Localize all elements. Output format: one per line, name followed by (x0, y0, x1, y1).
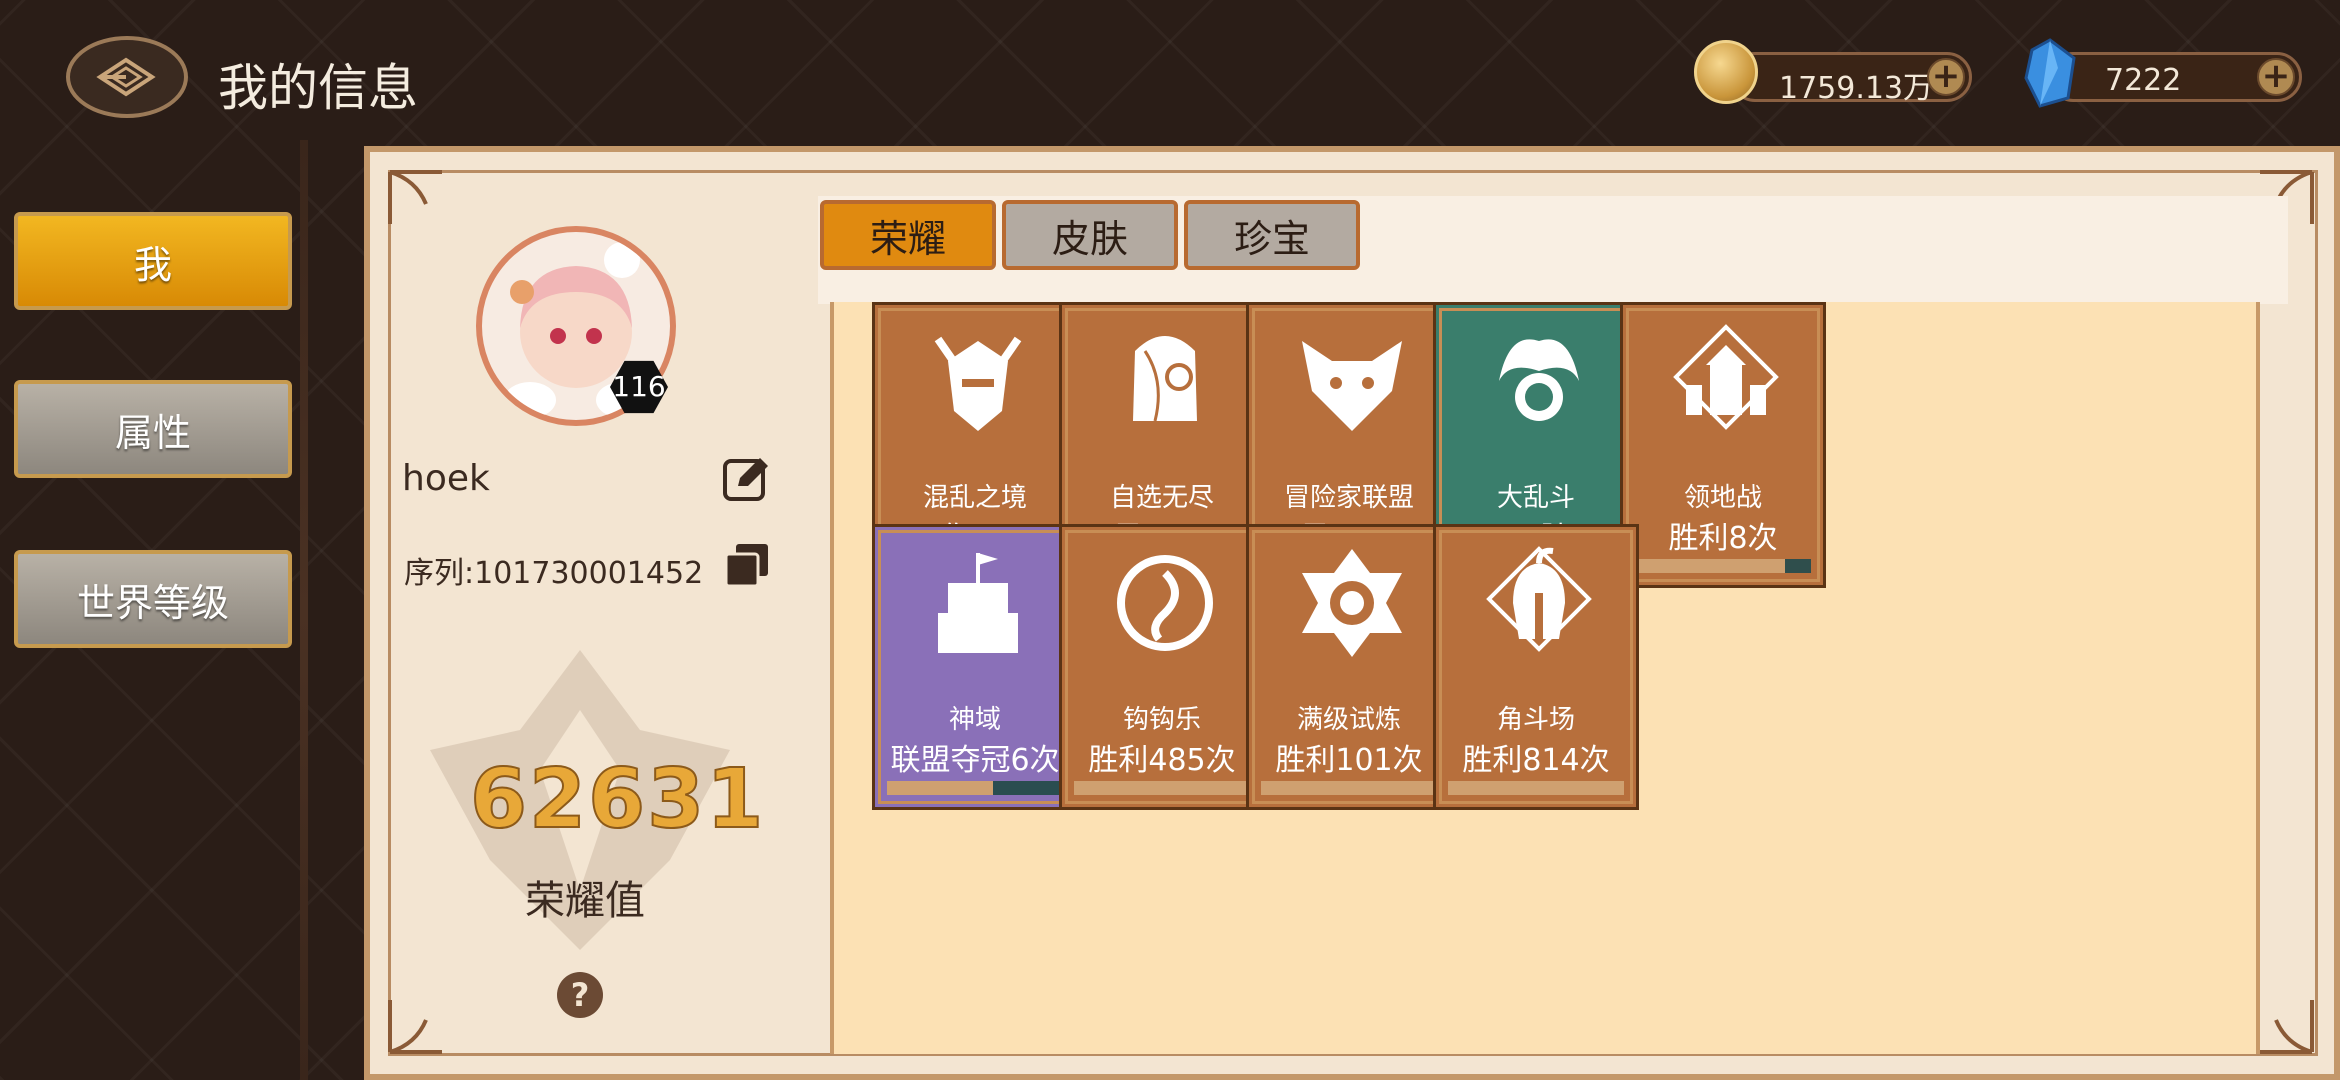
nav-world-level-label: 世界等级 (76, 580, 229, 625)
achievement-progress-bar (1448, 781, 1624, 795)
achievement-progress-bar (887, 781, 1063, 795)
hook-icon (1117, 555, 1213, 651)
nav-world-level[interactable]: 世界等级 (14, 550, 292, 648)
achievement-name: 角斗场 (1496, 705, 1575, 735)
helmet-icon (1486, 546, 1592, 652)
edit-name-icon[interactable] (722, 456, 770, 502)
grid-border-left (830, 302, 834, 1054)
achievement-value: 胜利485次 (1088, 743, 1236, 778)
gem-display: 7222 + (2048, 52, 2302, 102)
add-gold-button[interactable]: + (1927, 58, 1965, 96)
gem-amount: 7222 (2105, 63, 2182, 98)
achievement-value: 胜利101次 (1275, 743, 1423, 778)
copy-icon[interactable] (724, 542, 770, 588)
blue-crystal-icon (2024, 38, 2076, 108)
achievement-name: 冒险家联盟 (1283, 483, 1414, 513)
tab-treasures-label: 珍宝 (1233, 216, 1310, 261)
achievement-progress-fill (1261, 781, 1437, 795)
achievement-progress-bar (1261, 781, 1437, 795)
achievement-name: 神域 (948, 705, 1001, 735)
achievement-name: 混乱之境 (922, 483, 1027, 513)
page-title: 我的信息 (218, 59, 418, 117)
achievement-name: 自选无尽 (1109, 483, 1214, 513)
achievement-progress-bar (1074, 781, 1250, 795)
help-icon[interactable]: ? (557, 972, 603, 1018)
player-serial: 序列:101730001452 (404, 556, 704, 591)
glory-label: 荣耀值 (525, 878, 645, 924)
sidebar-divider (300, 140, 308, 1080)
fox-face-icon (1302, 341, 1402, 431)
corner-ornament-icon (388, 1000, 442, 1054)
add-gem-button[interactable]: + (2257, 58, 2295, 96)
castle-icon (938, 553, 1018, 653)
achievement-name: 大乱斗 (1496, 483, 1575, 513)
achievement-card[interactable]: 满级试炼胜利101次 (1246, 524, 1452, 810)
achievement-name: 领地战 (1683, 483, 1762, 513)
achievement-grid[interactable]: 累积登录登录90天闯关140-5挑战胜利1720次无尽3星345层次元探宝通关8… (830, 302, 2260, 1054)
achievement-card[interactable]: 领地战胜利8次 (1620, 302, 1826, 588)
achievement-progress-bar (1635, 559, 1811, 573)
achievement-value: 胜利8次 (1668, 521, 1778, 556)
achievement-card[interactable]: 钩钩乐胜利485次 (1059, 524, 1265, 810)
nav-attributes[interactable]: 属性 (14, 380, 292, 478)
corner-ornament-icon (2260, 1000, 2314, 1054)
achievement-value: 联盟夺冠6次 (890, 743, 1060, 778)
achievement-card[interactable]: 角斗场胜利814次 (1433, 524, 1639, 810)
gold-display: 1759.13万 + (1730, 52, 1972, 106)
achievement-card[interactable]: 神域联盟夺冠6次 (872, 524, 1078, 810)
monocle-character-icon (1133, 336, 1197, 422)
grid-border-right (2256, 302, 2260, 1054)
tab-skins-label: 皮肤 (1051, 216, 1128, 261)
castle-tower-icon (1673, 324, 1779, 430)
nav-me[interactable]: 我 (14, 212, 292, 310)
back-button[interactable] (66, 36, 188, 118)
trial-badge-icon (1302, 549, 1402, 657)
achievement-value: 胜利814次 (1462, 743, 1610, 778)
achievement-progress-fill (1448, 781, 1624, 795)
tab-glory-label: 荣耀 (869, 216, 946, 261)
tab-treasures[interactable]: 珍宝 (1184, 200, 1360, 270)
achievement-name: 满级试炼 (1296, 705, 1401, 735)
flame-shield-icon (1499, 339, 1579, 421)
glory-value: 62631 (469, 751, 766, 848)
achievement-progress-fill (1074, 781, 1250, 795)
achievement-progress-fill (1635, 559, 1785, 573)
chaos-mask-icon (934, 336, 1022, 431)
gold-amount: 1759.13万 (1779, 71, 1934, 106)
player-name: hoek (402, 458, 490, 499)
back-arrow-icon (96, 57, 156, 97)
tab-glory[interactable]: 荣耀 (820, 200, 996, 270)
corner-ornament-icon (388, 170, 442, 224)
tab-skins[interactable]: 皮肤 (1002, 200, 1178, 270)
achievement-name: 钩钩乐 (1122, 705, 1201, 735)
nav-me-label: 我 (133, 242, 172, 287)
gold-coin-icon (1694, 40, 1758, 104)
nav-attributes-label: 属性 (114, 410, 191, 455)
achievement-progress-fill (887, 781, 993, 795)
panel-bottom-border (364, 1074, 2340, 1080)
